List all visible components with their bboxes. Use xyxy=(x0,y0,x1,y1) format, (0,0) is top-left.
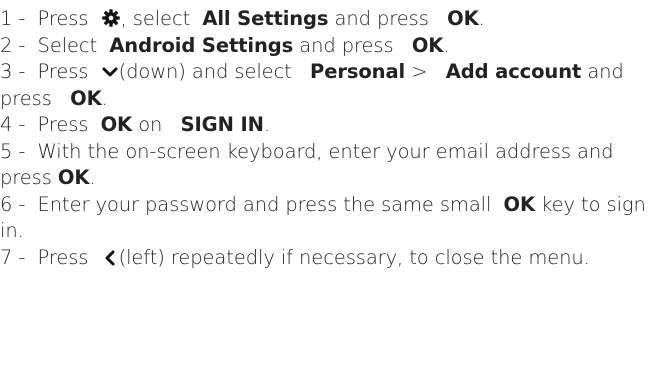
step-text: . xyxy=(443,33,450,57)
step-text: Press xyxy=(37,7,89,30)
step-5: 5 - With the on-screen keyboard, enter y… xyxy=(0,139,660,192)
step-text: Press xyxy=(37,245,89,269)
gear-icon xyxy=(101,8,121,28)
step-text: , select xyxy=(120,7,191,30)
step-keyword: OK xyxy=(447,7,479,30)
step-number: 4 - xyxy=(0,113,26,136)
step-keyword: OK xyxy=(503,192,536,216)
step-text: (down) and select xyxy=(118,60,292,83)
step-text: Enter your password and press the same s… xyxy=(37,192,492,216)
step-number: 3 - xyxy=(0,60,26,83)
step-text: > xyxy=(411,60,428,83)
step-text: (left) repeatedly if necessary, to close… xyxy=(118,245,590,269)
step-keyword: OK xyxy=(411,33,444,57)
step-keyword: Personal xyxy=(310,60,406,83)
step-keyword: SIGN IN xyxy=(180,113,264,136)
step-text: Press xyxy=(37,60,89,83)
step-7: 7 - Press (left) repeatedly if necessary… xyxy=(0,245,660,272)
step-text: and press xyxy=(299,33,394,57)
step-number: 7 - xyxy=(0,245,26,269)
step-keyword: OK xyxy=(100,113,133,136)
step-text: Select xyxy=(37,33,98,57)
step-3: 3 - Press (down) and select Personal > A… xyxy=(0,59,660,112)
step-text: . xyxy=(263,113,270,136)
step-number: 5 - xyxy=(0,139,26,163)
step-number: 1 - xyxy=(0,7,26,30)
step-6: 6 - Enter your password and press the sa… xyxy=(0,192,660,245)
step-2: 2 - Select Android Settings and press OK… xyxy=(0,33,660,60)
instruction-steps: 1 - Press , select All Settings and pres… xyxy=(0,6,660,271)
step-text: and press xyxy=(334,7,429,30)
step-text: Press xyxy=(37,113,89,136)
step-number: 2 - xyxy=(0,33,26,57)
step-text: . xyxy=(478,7,485,30)
step-text: . xyxy=(89,166,96,189)
step-keyword: All Settings xyxy=(202,7,329,30)
chevron-down-icon xyxy=(101,63,119,81)
step-text: . xyxy=(101,86,108,110)
step-keyword: OK xyxy=(57,166,90,189)
chevron-left-icon xyxy=(101,249,119,267)
step-keyword: OK xyxy=(70,86,102,110)
step-keyword: Android Settings xyxy=(109,33,294,57)
step-keyword: Add account xyxy=(445,60,582,83)
step-4: 4 - Press OK on SIGN IN. xyxy=(0,112,660,139)
step-1: 1 - Press , select All Settings and pres… xyxy=(0,6,660,33)
step-text: on xyxy=(138,113,163,136)
step-number: 6 - xyxy=(0,192,26,216)
